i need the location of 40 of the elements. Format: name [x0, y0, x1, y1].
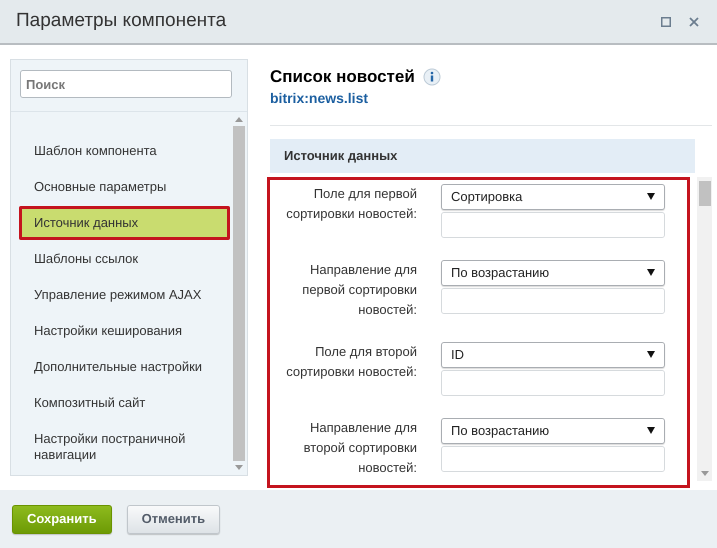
- sidebar-item[interactable]: Шаблоны ссылок: [19, 242, 232, 276]
- dropdown[interactable]: Сортировка: [441, 184, 665, 210]
- scroll-down-icon[interactable]: [700, 470, 708, 476]
- sidebar-item[interactable]: Настройки постраничной навигации: [19, 422, 232, 472]
- section-header: Источник данных: [270, 138, 695, 172]
- dropdown[interactable]: ID: [441, 342, 665, 368]
- field-label: Направление для второй сортировки новостей:: [302, 418, 417, 476]
- sidebar-item[interactable]: Управление режимом AJAX: [19, 278, 232, 312]
- component-code: bitrix:news.list: [270, 90, 370, 106]
- sidebar-item[interactable]: Шаблон компонента: [19, 134, 232, 168]
- cancel-button[interactable]: Отменить: [126, 504, 220, 534]
- sidebar-item[interactable]: Настройки кеширования: [19, 314, 232, 348]
- caret-icon: [647, 427, 655, 434]
- scroll-down-icon[interactable]: [235, 465, 243, 470]
- component-title: Список новостей: [270, 66, 415, 88]
- caret-icon: [647, 269, 655, 276]
- sidebar-item[interactable]: Дополнительные настройки: [19, 350, 232, 384]
- dropdown[interactable]: По возрастанию: [441, 260, 665, 286]
- scroll-thumb[interactable]: [233, 126, 245, 461]
- sidebar-item[interactable]: Композитный сайт: [19, 386, 232, 420]
- input-field[interactable]: [441, 370, 665, 396]
- field-label: Поле для второй сортировки новостей:: [285, 342, 417, 381]
- scroll-up-icon[interactable]: [235, 117, 243, 122]
- caret-icon: [647, 351, 655, 358]
- sidebar-item[interactable]: Основные параметры: [19, 170, 232, 204]
- input-field[interactable]: [441, 212, 665, 238]
- search-field[interactable]: Поиск: [20, 70, 232, 98]
- dropdown[interactable]: По возрастанию: [441, 418, 665, 444]
- close-icon[interactable]: [689, 16, 699, 26]
- field-label: Направление для первой сортировки новостей:: [301, 260, 417, 318]
- field-label: Поле для первой сортировки новостей:: [285, 184, 417, 223]
- caret-icon: [647, 193, 655, 200]
- input-field[interactable]: [441, 288, 665, 314]
- sidebar-item[interactable]: Источник данных: [19, 206, 230, 240]
- scroll-thumb[interactable]: [698, 180, 710, 206]
- input-field[interactable]: [441, 446, 665, 472]
- info-icon[interactable]: [422, 68, 441, 86]
- maximize-icon[interactable]: [661, 16, 671, 26]
- window-title: Параметры компонента: [16, 9, 226, 34]
- scrollbar[interactable]: [697, 176, 712, 480]
